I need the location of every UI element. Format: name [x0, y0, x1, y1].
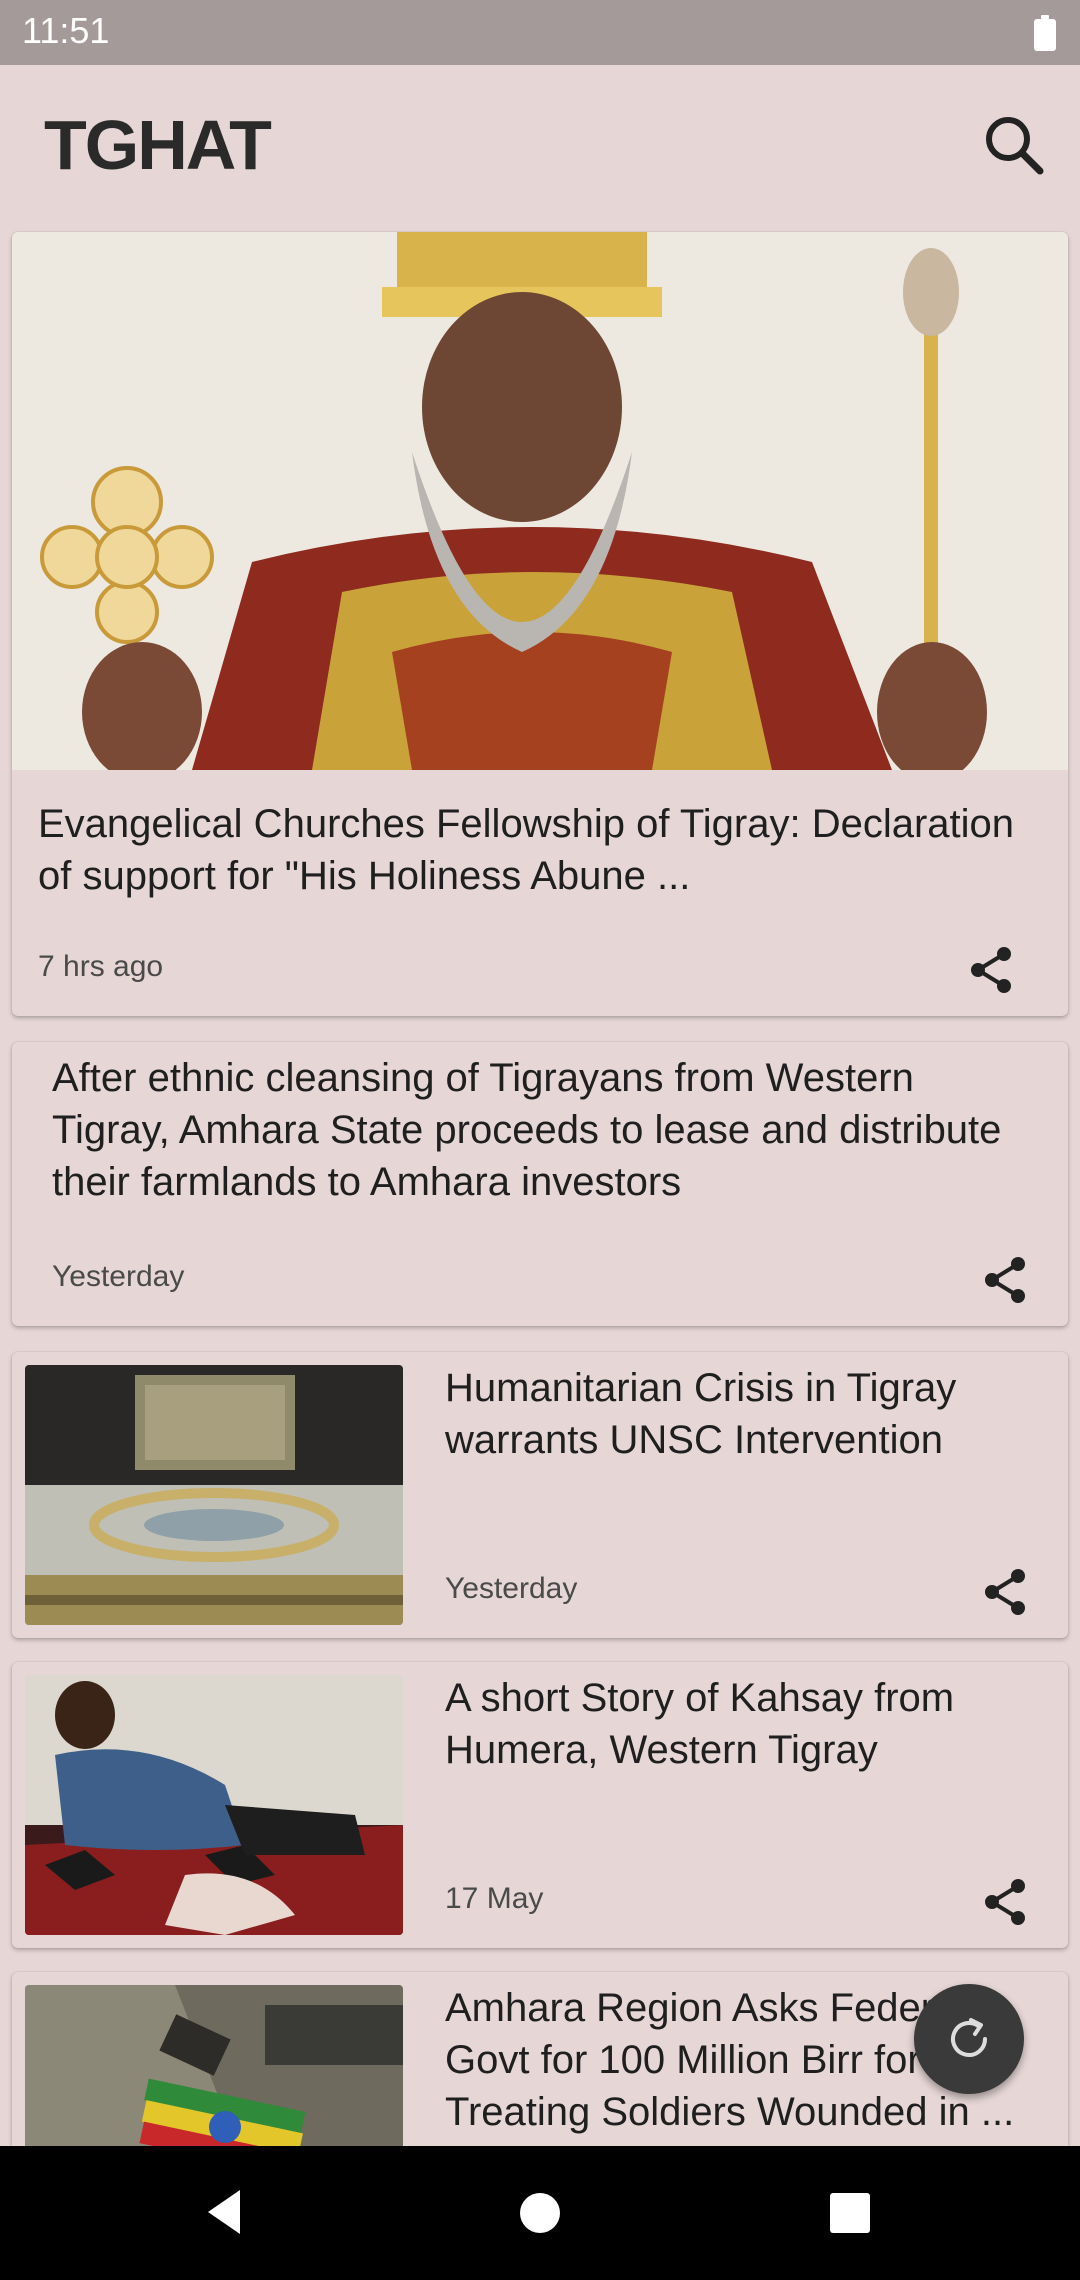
article-image [12, 232, 1068, 782]
back-icon[interactable] [204, 2188, 244, 2236]
article-card[interactable]: Humanitarian Crisis in Tigray warrants U… [12, 1352, 1068, 1638]
article-card[interactable]: A short Story of Kahsay from Humera, Wes… [12, 1662, 1068, 1948]
refresh-button[interactable] [914, 1984, 1024, 2094]
article-time: Yesterday [445, 1572, 578, 1605]
article-card[interactable]: After ethnic cleansing of Tigrayans from… [12, 1042, 1068, 1326]
article-card[interactable]: Amhara Region Asks Federal Govt for 100 … [12, 1972, 1068, 2146]
search-icon[interactable] [982, 113, 1046, 177]
article-headline: After ethnic cleansing of Tigrayans from… [52, 1056, 1002, 1204]
article-headline: A short Story of Kahsay from Humera, Wes… [445, 1676, 955, 1772]
share-icon[interactable] [980, 1566, 1032, 1618]
article-thumbnail [25, 1365, 403, 1625]
article-thumbnail [25, 1675, 403, 1935]
status-time: 11:51 [22, 10, 110, 51]
app-bar: TGHAT [0, 65, 1080, 225]
share-icon[interactable] [966, 944, 1018, 996]
navigation-bar [0, 2146, 1080, 2280]
share-icon[interactable] [980, 1254, 1032, 1306]
home-icon[interactable] [520, 2193, 560, 2233]
battery-icon [1034, 15, 1056, 51]
refresh-icon [951, 2018, 987, 2057]
app-title: TGHAT [44, 106, 272, 184]
article-time: 17 May [445, 1882, 544, 1915]
article-card[interactable]: Evangelical Churches Fellowship of Tigra… [12, 232, 1068, 1016]
article-thumbnail [25, 1985, 403, 2146]
article-time: Yesterday [52, 1260, 185, 1293]
status-bar: 11:51 [0, 0, 1080, 65]
share-icon[interactable] [980, 1876, 1032, 1928]
article-headline: Evangelical Churches Fellowship of Tigra… [38, 802, 1015, 898]
article-headline: Humanitarian Crisis in Tigray warrants U… [445, 1366, 957, 1462]
recents-icon[interactable] [830, 2193, 870, 2233]
article-time: 7 hrs ago [38, 950, 164, 983]
